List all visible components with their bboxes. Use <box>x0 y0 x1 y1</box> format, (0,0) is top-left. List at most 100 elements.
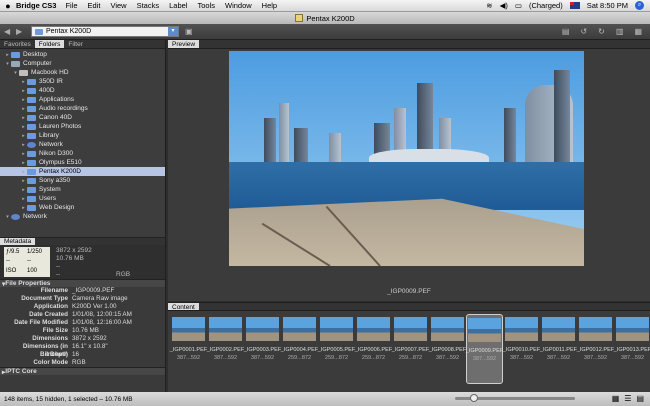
rotate-left-icon[interactable]: ↺ <box>580 27 587 36</box>
content-thumbnails[interactable]: _IGP0001.PEF 387...592 _IGP0002.PEF 387...5… <box>168 311 650 392</box>
list-view-icon[interactable]: ☰ <box>624 394 631 403</box>
folder-proxy-icon[interactable] <box>295 14 304 22</box>
trash-icon[interactable]: ▥ <box>616 27 624 36</box>
app-menu[interactable]: Bridge CS3 <box>16 1 56 10</box>
tree-item[interactable]: ▸ Applications <box>0 95 165 104</box>
apple-menu-icon[interactable]: ● <box>0 1 16 11</box>
disclosure-triangle-icon[interactable]: ▸ <box>20 97 27 103</box>
details-view-icon[interactable]: ▤ <box>636 394 644 403</box>
thumbnail-image[interactable] <box>357 317 390 341</box>
tree-item[interactable]: ▸ Sony a350 <box>0 176 165 185</box>
preview-image[interactable] <box>229 51 584 266</box>
iptc-core-section[interactable]: ▸ IPTC Core <box>0 367 165 376</box>
disclosure-triangle-icon[interactable]: ▸ <box>20 142 27 148</box>
tab-folders[interactable]: Folders <box>34 40 65 48</box>
tree-item[interactable]: ▸ Web Design <box>0 203 165 212</box>
menu-view[interactable]: View <box>110 1 126 10</box>
thumbnail-size-slider[interactable] <box>455 394 575 402</box>
input-menu-flag-icon[interactable] <box>569 2 580 9</box>
menu-tools[interactable]: Tools <box>197 1 215 10</box>
tree-item[interactable]: ▾ Computer <box>0 59 165 68</box>
disclosure-triangle-icon[interactable]: ▸ <box>20 88 27 94</box>
disclosure-triangle-icon[interactable]: ▸ <box>4 52 11 58</box>
menu-help[interactable]: Help <box>262 1 277 10</box>
battery-icon[interactable]: ▭ <box>515 1 522 10</box>
slider-knob[interactable] <box>469 394 478 402</box>
wifi-icon[interactable]: ≋ <box>486 1 492 10</box>
tab-favorites[interactable]: Favorites <box>0 40 35 48</box>
thumbnail-image[interactable] <box>505 317 538 341</box>
tree-item[interactable]: ▸ Network <box>0 140 165 149</box>
thumbnail[interactable]: _IGP0007.PEF 259...872 <box>392 314 429 384</box>
thumbnail-image[interactable] <box>468 318 501 342</box>
thumbnail[interactable]: _IGP0005.PEF 259...872 <box>318 314 355 384</box>
tree-item[interactable]: ▸ 400D <box>0 86 165 95</box>
thumbnail[interactable]: _IGP0011.PEF 387...592 <box>540 314 577 384</box>
thumbnail[interactable]: _IGP0002.PEF 387...592 <box>207 314 244 384</box>
thumbnail[interactable]: _IGP0012.PEF 387...592 <box>577 314 614 384</box>
thumbnail[interactable]: _IGP0001.PEF 387...592 <box>170 314 207 384</box>
thumbnail[interactable]: _IGP0003.PEF 387...592 <box>244 314 281 384</box>
disclosure-triangle-icon[interactable]: ▸ <box>20 160 27 166</box>
tree-item[interactable]: ▾ Macbook HD <box>0 68 165 77</box>
disclosure-triangle-icon[interactable]: ▸ <box>20 106 27 112</box>
spotlight-icon[interactable]: ⌕ <box>635 1 644 10</box>
disclosure-triangle-icon[interactable]: ▾ <box>4 214 11 220</box>
file-properties-section[interactable]: ▾ File Properties <box>0 279 165 288</box>
disclosure-triangle-icon[interactable]: ▸ <box>20 133 27 139</box>
tree-item[interactable]: ▸ Canon 40D <box>0 113 165 122</box>
tab-preview[interactable]: Preview <box>168 40 200 48</box>
disclosure-triangle-icon[interactable]: ▾ <box>4 61 11 67</box>
thumbnail-image[interactable] <box>209 317 242 341</box>
get-photos-icon[interactable]: ▤ <box>562 27 570 36</box>
disclosure-triangle-icon[interactable]: ▾ <box>12 70 19 76</box>
tab-filter[interactable]: Filter <box>64 40 86 48</box>
disclosure-triangle-icon[interactable]: ▸ <box>20 178 27 184</box>
tree-item[interactable]: ▸ System <box>0 185 165 194</box>
rotate-right-icon[interactable]: ↻ <box>598 27 605 36</box>
disclosure-triangle-icon[interactable]: ▸ <box>20 115 27 121</box>
disclosure-triangle-icon[interactable]: ▸ <box>20 169 27 175</box>
thumbnail-image[interactable] <box>246 317 279 341</box>
thumbnail[interactable]: _IGP0006.PEF 259...872 <box>355 314 392 384</box>
thumbnail[interactable]: _IGP0013.PEF 387...592 <box>614 314 650 384</box>
new-folder-icon[interactable]: ▦ <box>634 27 642 36</box>
thumbnail-image[interactable] <box>542 317 575 341</box>
disclosure-triangle-icon[interactable]: ▸ <box>20 151 27 157</box>
tree-item[interactable]: ▸ 350D IR <box>0 77 165 86</box>
chevron-down-icon[interactable]: ▾ <box>168 27 178 36</box>
tree-item[interactable]: ▾ Network <box>0 212 165 221</box>
tree-item[interactable]: ▸ Desktop <box>0 50 165 59</box>
folder-tree[interactable]: ▸ Desktop ▾ Computer ▾ Macbook HD ▸ 350D IR ▸ 400… <box>0 49 165 237</box>
tree-item[interactable]: ▸ Nikon D300 <box>0 149 165 158</box>
menu-file[interactable]: File <box>65 1 77 10</box>
thumbnail-image[interactable] <box>394 317 427 341</box>
tree-item[interactable]: ▸ Lauren Photos <box>0 122 165 131</box>
thumbnail-image[interactable] <box>431 317 464 341</box>
tree-item[interactable]: ▸ Pentax K200D <box>0 167 165 176</box>
thumbnail[interactable]: _IGP0008.PEF 387...592 <box>429 314 466 384</box>
tab-metadata[interactable]: Metadata <box>0 238 36 245</box>
disclosure-triangle-icon[interactable]: ▸ <box>20 205 27 211</box>
tree-item[interactable]: ▸ Olympus E510 <box>0 158 165 167</box>
thumbnail[interactable]: _IGP0009.PEF 387...592 <box>466 314 503 384</box>
thumbnail-image[interactable] <box>320 317 353 341</box>
tab-content[interactable]: Content <box>168 303 199 311</box>
thumbnail-image[interactable] <box>579 317 612 341</box>
thumbnail[interactable]: _IGP0004.PEF 259...872 <box>281 314 318 384</box>
menu-edit[interactable]: Edit <box>88 1 101 10</box>
recent-folder-icon[interactable]: ▣ <box>185 27 193 36</box>
tree-item[interactable]: ▸ Library <box>0 131 165 140</box>
thumbnail-image[interactable] <box>172 317 205 341</box>
disclosure-triangle-icon[interactable]: ▸ <box>20 124 27 130</box>
disclosure-triangle-icon[interactable]: ▸ <box>20 79 27 85</box>
tree-item[interactable]: ▸ Users <box>0 194 165 203</box>
menu-window[interactable]: Window <box>225 1 252 10</box>
thumbnail-image[interactable] <box>616 317 649 341</box>
clock[interactable]: Sat 8:50 PM <box>587 1 628 10</box>
disclosure-triangle-icon[interactable]: ▸ <box>20 187 27 193</box>
path-dropdown[interactable]: Pentax K200D ▾ <box>31 26 179 37</box>
thumbnail[interactable]: _IGP0010.PEF 387...592 <box>503 314 540 384</box>
forward-arrow-icon[interactable]: ▶ <box>16 27 28 36</box>
grid-view-icon[interactable]: ▦ <box>612 394 620 403</box>
